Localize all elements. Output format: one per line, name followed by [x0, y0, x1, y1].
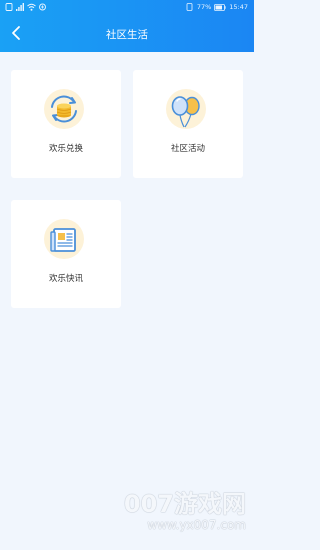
status-bar: 77% 15:47	[0, 0, 254, 17]
coin-exchange-icon	[44, 89, 84, 129]
activity-card[interactable]: 社区活动	[133, 70, 243, 178]
newspaper-icon	[44, 219, 84, 259]
watermark-url: www.yx007.com	[147, 518, 246, 532]
battery-icon	[214, 3, 226, 11]
wifi-icon	[27, 3, 36, 11]
watermark: 007游戏网 www.yx007.com	[124, 484, 246, 532]
battery-percent: 77%	[196, 3, 212, 11]
clock-time: 15:47	[229, 3, 248, 11]
sync-icon	[39, 3, 46, 11]
card-label: 欢乐兑换	[48, 144, 83, 154]
watermark-title: 007游戏网	[123, 490, 246, 518]
card-label: 欢乐快讯	[48, 274, 83, 284]
status-right-icons: 77% 15:47	[185, 3, 248, 11]
card-label: 社区活动	[170, 144, 205, 154]
nav-bar: 社区生活	[0, 20, 254, 48]
signal-icon	[16, 3, 24, 11]
balloons-icon	[166, 89, 206, 129]
sim-card-icon	[5, 3, 13, 11]
status-left-icons	[5, 3, 47, 11]
page-title: 社区生活	[106, 29, 148, 41]
vibrate-icon	[186, 3, 193, 11]
news-card[interactable]: 欢乐快讯	[11, 200, 121, 308]
exchange-card[interactable]: 欢乐兑换	[11, 70, 121, 178]
header-bar: 77% 15:47 社区生活	[0, 0, 254, 52]
